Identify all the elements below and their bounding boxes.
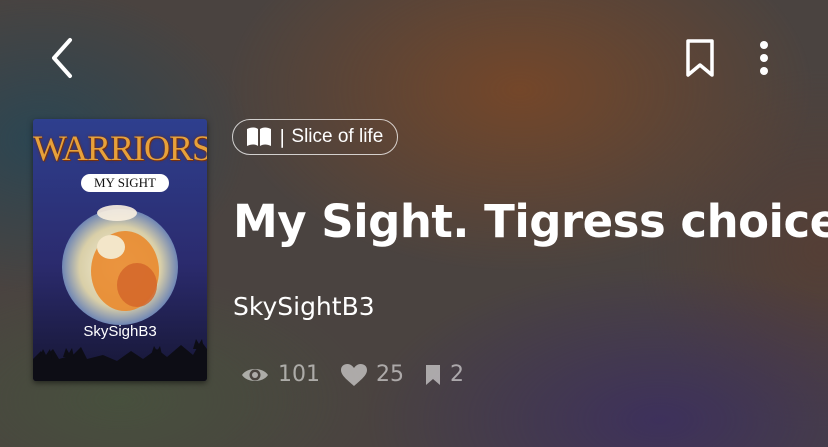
- bookmark-icon: [686, 39, 714, 77]
- views-count: 101: [278, 362, 320, 387]
- more-vertical-icon: [760, 41, 768, 75]
- story-cover: WARRIORS MY SIGHT SkySighB3: [33, 119, 207, 381]
- cover-artwork: [33, 205, 207, 381]
- more-options-button[interactable]: [748, 34, 780, 82]
- parts-count: 2: [450, 362, 464, 387]
- bookmark-button[interactable]: [678, 34, 722, 82]
- story-author[interactable]: SkySightB3: [233, 292, 375, 321]
- book-icon: [247, 127, 271, 146]
- eye-icon: [242, 368, 268, 381]
- heart-icon: [341, 363, 367, 386]
- cover-author-text: SkySighB3: [83, 323, 157, 340]
- list-icon: [426, 364, 440, 385]
- views-stat: 101: [240, 362, 320, 387]
- story-stats: 101 25 2: [240, 362, 484, 387]
- parts-stat: 2: [424, 362, 464, 387]
- votes-stat: 25: [340, 362, 404, 387]
- story-title: My Sight. Tigress choice.: [233, 195, 828, 248]
- votes-count: 25: [376, 362, 404, 387]
- category-label: Slice of life: [291, 126, 384, 147]
- category-badge[interactable]: | Slice of life: [232, 119, 399, 155]
- chevron-left-icon: [52, 38, 72, 78]
- badge-separator: |: [279, 126, 286, 148]
- back-button[interactable]: [40, 34, 84, 82]
